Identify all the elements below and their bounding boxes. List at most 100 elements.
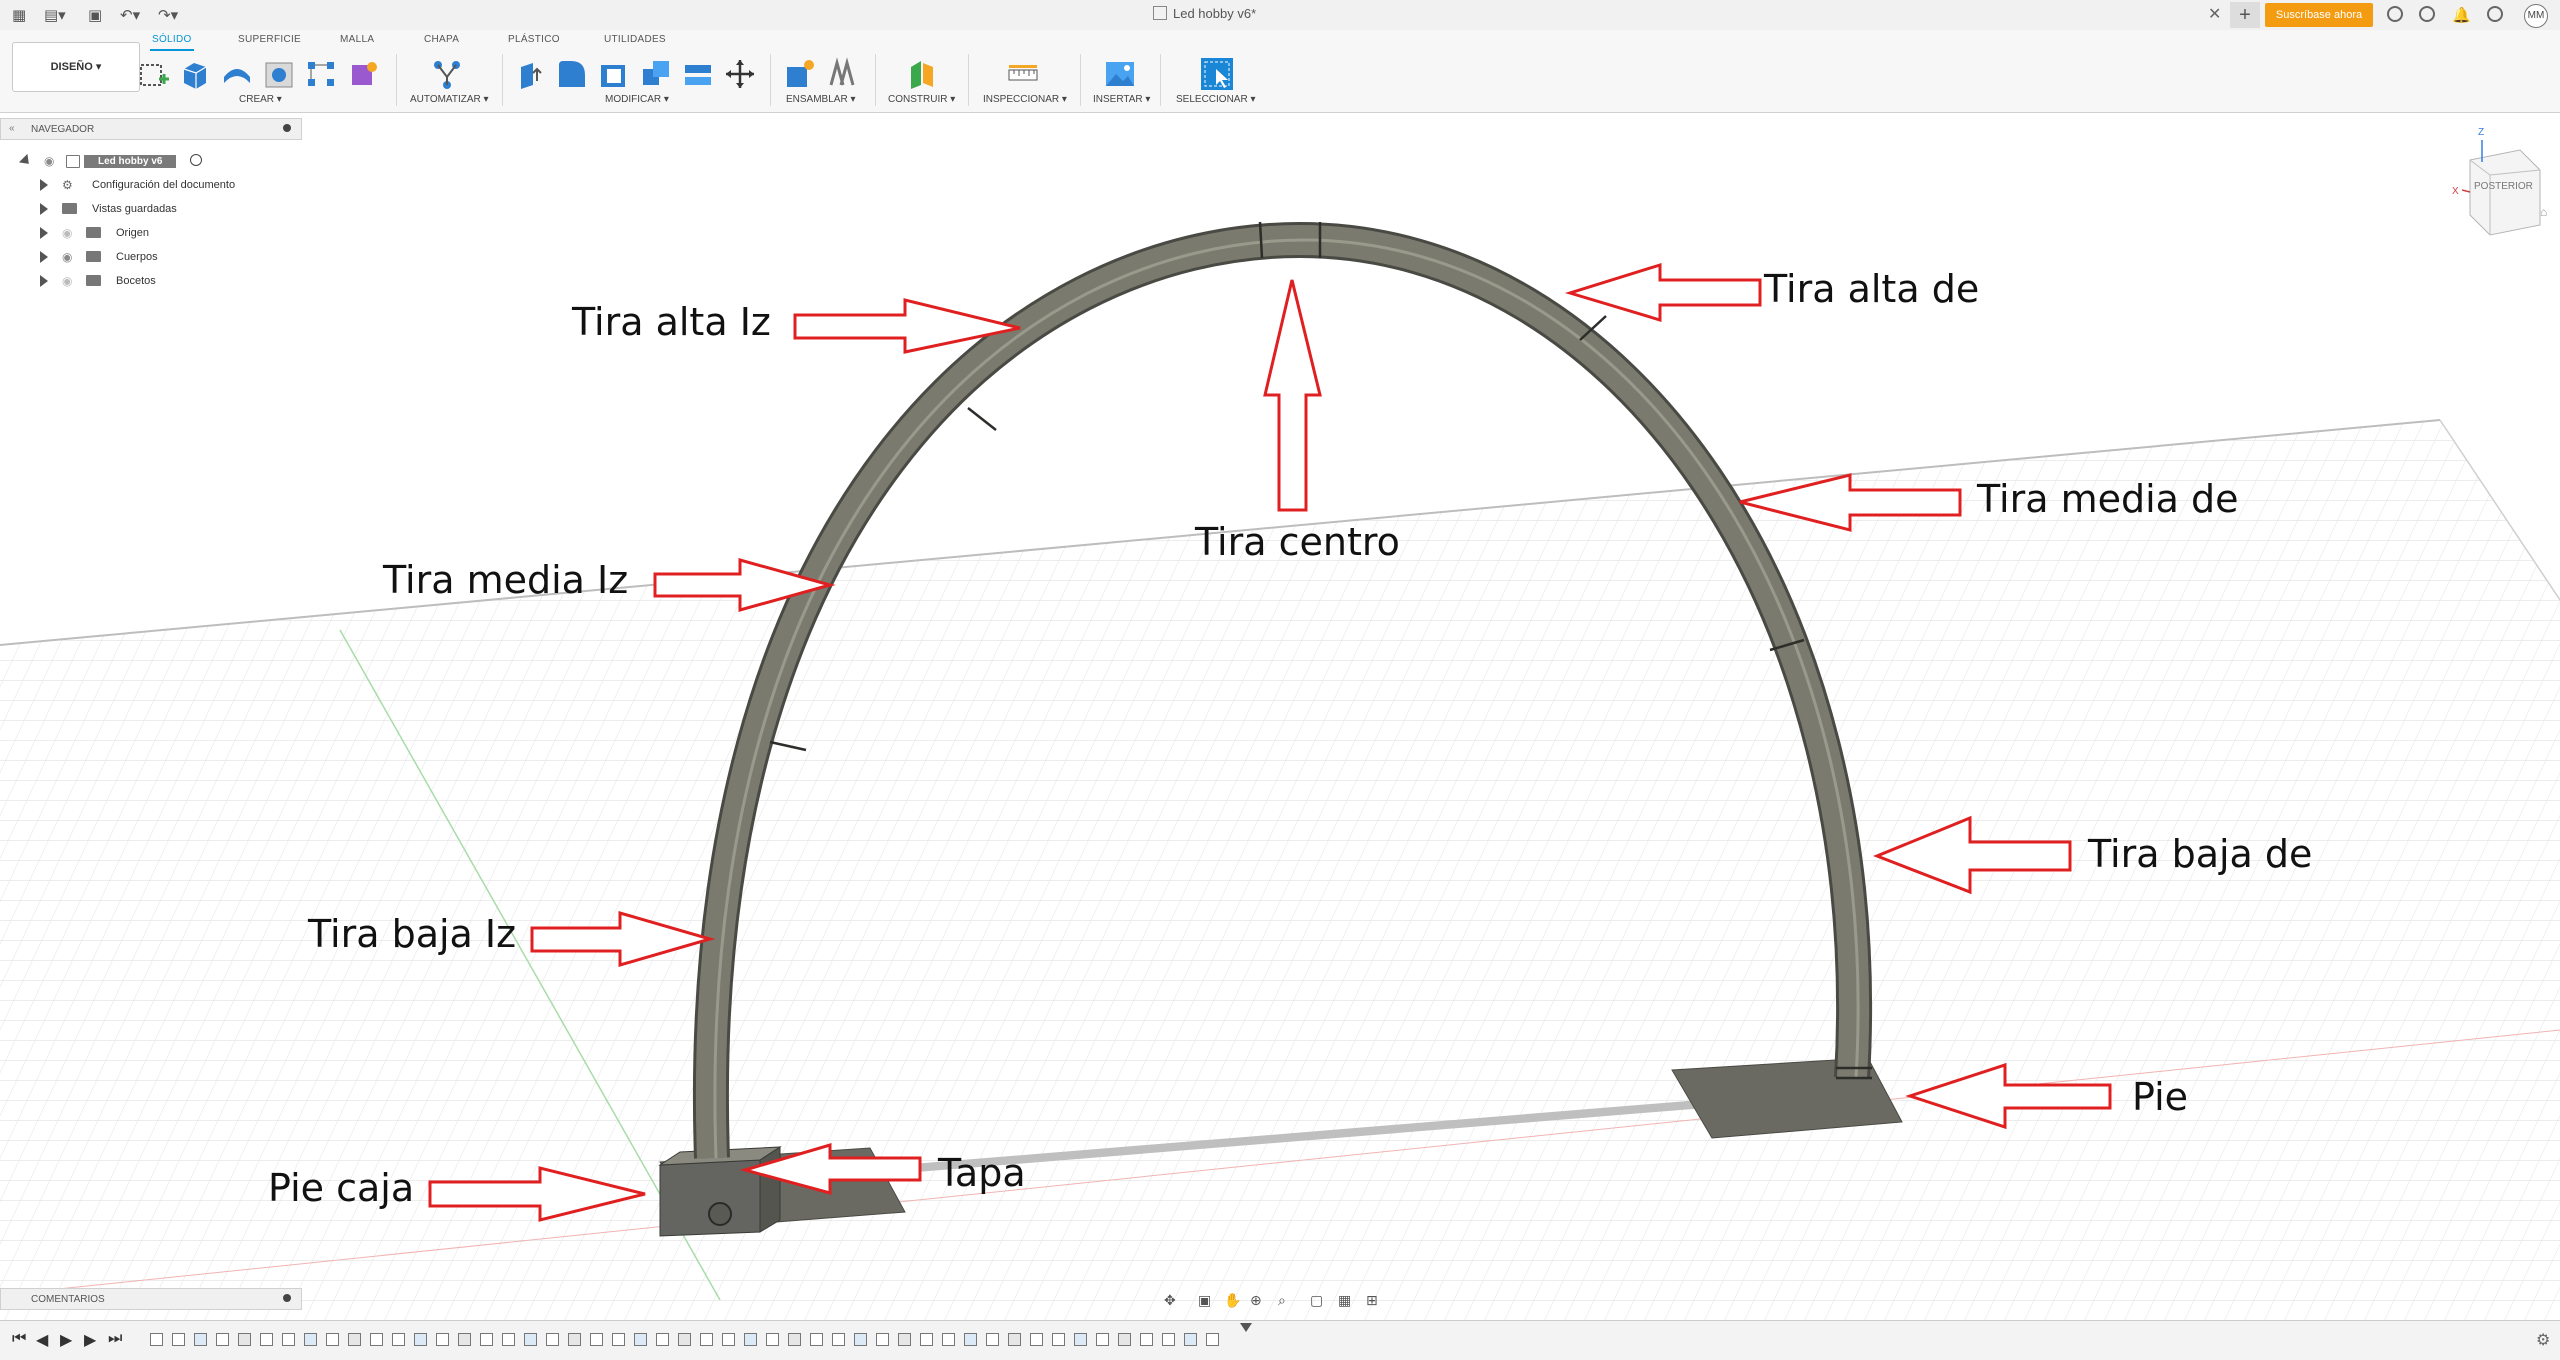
home-view-icon[interactable]: ⌂ [2540, 205, 2547, 219]
timeline-feature[interactable] [722, 1333, 735, 1346]
timeline-feature[interactable] [502, 1333, 515, 1346]
timeline-feature[interactable] [612, 1333, 625, 1346]
timeline-feature[interactable] [656, 1333, 669, 1346]
tab-surface[interactable]: SUPERFICIE [238, 34, 301, 45]
expand-arrow-icon[interactable] [40, 179, 48, 191]
timeline-feature[interactable] [876, 1333, 889, 1346]
activate-radio-icon[interactable] [190, 154, 202, 166]
look-at-icon[interactable]: ▣ [1198, 1292, 1211, 1309]
zoom-icon[interactable]: ⊕ [1250, 1292, 1262, 1309]
move-icon[interactable] [723, 57, 757, 91]
job-status-icon[interactable] [2419, 6, 2435, 22]
document-tab[interactable]: Led hobby v6* [1153, 6, 1256, 21]
canvas-viewport[interactable] [0, 113, 2560, 1320]
expand-arrow-icon[interactable] [40, 227, 48, 239]
tab-sheet-metal[interactable]: CHAPA [424, 34, 459, 45]
go-to-start-icon[interactable]: ⏮ [12, 1330, 26, 1348]
timeline-feature[interactable] [216, 1333, 229, 1346]
tree-item-saved-views[interactable]: Vistas guardadas [0, 198, 300, 220]
tab-utilities[interactable]: UTILIDADES [604, 34, 666, 45]
pattern-icon[interactable] [304, 57, 338, 91]
timeline-feature[interactable] [964, 1333, 977, 1346]
pan-icon[interactable]: ✋ [1224, 1292, 1241, 1309]
timeline-feature[interactable] [1074, 1333, 1087, 1346]
group-inspect[interactable]: INSPECCIONAR ▾ [983, 94, 1067, 105]
timeline-feature[interactable] [414, 1333, 427, 1346]
timeline-feature[interactable] [238, 1333, 251, 1346]
measure-icon[interactable] [1006, 57, 1040, 91]
timeline-feature[interactable] [568, 1333, 581, 1346]
undo-icon[interactable]: ↶▾ [120, 6, 140, 24]
combine-icon[interactable] [639, 57, 673, 91]
collapse-arrow-icon[interactable] [18, 153, 34, 169]
step-back-icon[interactable]: ◀ [36, 1330, 48, 1350]
add-comment-icon[interactable] [283, 1294, 291, 1302]
select-icon[interactable] [1200, 57, 1234, 91]
press-pull-icon[interactable] [513, 57, 547, 91]
insert-image-icon[interactable] [1103, 57, 1137, 91]
timeline-feature[interactable] [590, 1333, 603, 1346]
browser-options-icon[interactable] [283, 124, 291, 132]
timeline-feature[interactable] [1162, 1333, 1175, 1346]
close-tab-icon[interactable]: ✕ [2208, 4, 2221, 24]
timeline-feature[interactable] [854, 1333, 867, 1346]
timeline-feature[interactable] [392, 1333, 405, 1346]
group-modify[interactable]: MODIFICAR ▾ [605, 94, 669, 105]
expand-arrow-icon[interactable] [40, 251, 48, 263]
revolve-icon[interactable] [220, 57, 254, 91]
expand-arrow-icon[interactable] [40, 275, 48, 287]
expand-arrow-icon[interactable] [40, 203, 48, 215]
timeline-feature[interactable] [348, 1333, 361, 1346]
timeline-feature[interactable] [832, 1333, 845, 1346]
group-automate[interactable]: AUTOMATIZAR ▾ [410, 94, 489, 105]
group-create[interactable]: CREAR ▾ [239, 94, 282, 105]
form-icon[interactable] [346, 57, 380, 91]
timeline-feature[interactable] [942, 1333, 955, 1346]
timeline-feature[interactable] [172, 1333, 185, 1346]
group-assemble[interactable]: ENSAMBLAR ▾ [786, 94, 855, 105]
play-icon[interactable]: ▶ [60, 1330, 72, 1350]
timeline-feature[interactable] [546, 1333, 559, 1346]
timeline-feature[interactable] [436, 1333, 449, 1346]
subscribe-button[interactable]: Suscríbase ahora [2265, 3, 2373, 27]
create-sketch-icon[interactable] [137, 57, 171, 91]
timeline-feature[interactable] [1140, 1333, 1153, 1346]
group-construct[interactable]: CONSTRUIR ▾ [888, 94, 955, 105]
timeline-feature[interactable] [1184, 1333, 1197, 1346]
display-settings-icon[interactable]: ▢ [1310, 1292, 1323, 1309]
tree-item-origin[interactable]: ◉ Origen [0, 222, 300, 244]
timeline-feature[interactable] [898, 1333, 911, 1346]
construct-plane-icon[interactable] [905, 57, 939, 91]
timeline-feature[interactable] [326, 1333, 339, 1346]
timeline-feature[interactable] [194, 1333, 207, 1346]
timeline-feature[interactable] [524, 1333, 537, 1346]
orbit-icon[interactable]: ✥ [1164, 1292, 1176, 1309]
split-body-icon[interactable] [681, 57, 715, 91]
grid-settings-icon[interactable]: ▦ [1338, 1292, 1351, 1309]
tree-item-bodies[interactable]: ◉ Cuerpos [0, 246, 300, 268]
automate-icon[interactable] [430, 57, 464, 91]
timeline-feature[interactable] [260, 1333, 273, 1346]
fillet-icon[interactable] [555, 57, 589, 91]
timeline-feature[interactable] [370, 1333, 383, 1346]
timeline-feature[interactable] [1096, 1333, 1109, 1346]
timeline-feature[interactable] [766, 1333, 779, 1346]
group-insert[interactable]: INSERTAR ▾ [1093, 94, 1150, 105]
timeline-feature[interactable] [1052, 1333, 1065, 1346]
timeline-feature[interactable] [480, 1333, 493, 1346]
user-avatar[interactable]: MM [2524, 4, 2548, 28]
timeline-feature[interactable] [150, 1333, 163, 1346]
tab-mesh[interactable]: MALLA [340, 34, 374, 45]
timeline-feature[interactable] [678, 1333, 691, 1346]
tree-item-document-settings[interactable]: ⚙ Configuración del documento [0, 174, 300, 196]
timeline-settings-icon[interactable]: ⚙ [2536, 1330, 2550, 1350]
timeline-feature[interactable] [700, 1333, 713, 1346]
timeline-feature[interactable] [1118, 1333, 1131, 1346]
workspace-switcher[interactable]: DISEÑO ▾ [12, 42, 140, 92]
redo-icon[interactable]: ↷▾ [158, 6, 178, 24]
app-grid-icon[interactable]: ▦ [12, 6, 26, 24]
comments-panel[interactable]: COMENTARIOS [0, 1288, 302, 1310]
extensions-icon[interactable] [2387, 6, 2403, 22]
timeline-feature[interactable] [744, 1333, 757, 1346]
notifications-icon[interactable]: 🔔 [2452, 6, 2471, 24]
